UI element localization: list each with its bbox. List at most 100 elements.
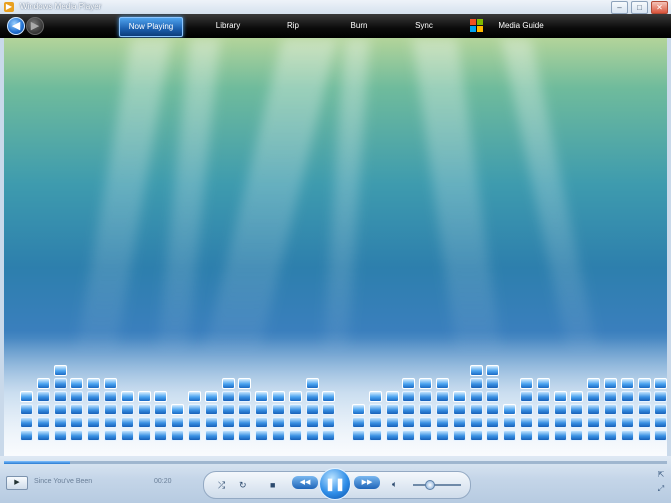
spectrum-block — [305, 391, 319, 402]
spectrum-block — [137, 404, 151, 415]
spectrum-block — [637, 417, 651, 428]
spectrum-block — [368, 404, 382, 415]
spectrum-block — [536, 417, 550, 428]
spectrum-block — [419, 404, 433, 415]
mute-button[interactable]: 🔈︎ — [392, 479, 397, 490]
spectrum-block — [436, 430, 449, 441]
spectrum-block — [255, 391, 269, 402]
switch-to-skin-button[interactable]: ▶ — [6, 476, 28, 490]
spectrum-block — [104, 404, 117, 415]
spectrum-block — [620, 404, 634, 415]
tab-media-guide[interactable]: Media Guide — [490, 17, 552, 35]
spectrum-block — [255, 417, 269, 428]
spectrum-block — [419, 378, 433, 389]
spectrum-block — [469, 378, 483, 389]
spectrum-block — [654, 391, 667, 402]
spectrum-block — [305, 378, 319, 389]
pause-button[interactable]: ❚❚ — [319, 468, 351, 500]
spectrum-block — [137, 391, 151, 402]
spectrum-block — [272, 430, 285, 441]
back-button[interactable]: ◀ — [7, 17, 25, 35]
previous-button[interactable]: ◀◀ — [292, 476, 318, 489]
window-title: Windows Media Player — [20, 2, 102, 11]
spectrum-block — [553, 430, 567, 441]
spectrum-block — [570, 417, 584, 428]
spectrum-block — [368, 417, 382, 428]
spectrum-block — [104, 378, 117, 389]
spectrum-block — [36, 391, 50, 402]
spectrum-block — [503, 404, 517, 415]
spectrum-block — [520, 391, 533, 402]
spectrum-block — [70, 430, 84, 441]
spectrum-block — [70, 391, 84, 402]
spectrum-block — [120, 391, 134, 402]
spectrum-block — [469, 404, 483, 415]
spectrum-block — [204, 430, 218, 441]
spectrum-block — [188, 430, 201, 441]
tab-sync[interactable]: Sync — [405, 17, 443, 35]
spectrum-block — [288, 430, 302, 441]
spectrum-block — [520, 378, 533, 389]
spectrum-block — [20, 417, 33, 428]
spectrum-block — [188, 417, 201, 428]
stop-button[interactable]: ■ — [270, 480, 275, 490]
tab-library[interactable]: Library — [204, 17, 252, 35]
spectrum-block — [570, 430, 584, 441]
forward-button[interactable]: ▶ — [26, 17, 44, 35]
next-button[interactable]: ▶▶ — [354, 476, 380, 489]
tab-rip[interactable]: Rip — [276, 17, 310, 35]
spectrum-block — [604, 430, 617, 441]
spectrum-block — [238, 404, 252, 415]
repeat-button[interactable]: ↻ — [239, 480, 247, 491]
spectrum-block — [469, 417, 483, 428]
maximize-button[interactable]: □ — [631, 1, 648, 14]
spectrum-block — [536, 378, 550, 389]
spectrum-block — [120, 404, 134, 415]
spectrum-block — [385, 430, 399, 441]
spectrum-block — [104, 391, 117, 402]
spectrum-block — [452, 417, 466, 428]
spectrum-block — [221, 391, 235, 402]
full-screen-button[interactable]: ⤢ — [656, 484, 666, 493]
switch-to-compact-button[interactable]: ⇱ — [656, 470, 666, 479]
spectrum-block — [87, 430, 101, 441]
title-bar: ▶ Windows Media Player – □ ✕ — [0, 0, 671, 14]
minimize-button[interactable]: – — [611, 1, 628, 14]
spectrum-block — [53, 391, 67, 402]
volume-slider[interactable] — [413, 484, 461, 486]
seek-bar[interactable] — [4, 461, 667, 464]
spectrum-block — [272, 391, 285, 402]
spectrum-block — [486, 378, 500, 389]
spectrum-block — [137, 417, 151, 428]
spectrum-block — [272, 417, 285, 428]
spectrum-block — [452, 430, 466, 441]
light-ray — [76, 38, 172, 348]
spectrum-block — [553, 391, 567, 402]
spectrum-block — [402, 391, 416, 402]
spectrum-block — [154, 404, 168, 415]
tab-burn[interactable]: Burn — [340, 17, 378, 35]
spectrum-block — [305, 430, 319, 441]
spectrum-block — [503, 417, 517, 428]
spectrum-block — [385, 417, 399, 428]
close-button[interactable]: ✕ — [651, 1, 668, 14]
media-player-icon[interactable]: ▶ — [4, 2, 14, 12]
forward-arrow-icon: ▶ — [30, 20, 40, 32]
shuffle-icon: ⤮ — [218, 480, 226, 490]
tab-now-playing[interactable]: Now Playing — [119, 17, 183, 37]
spectrum-block — [436, 391, 449, 402]
spectrum-block — [620, 391, 634, 402]
spectrum-block — [385, 404, 399, 415]
spectrum-block — [520, 430, 533, 441]
spectrum-block — [171, 404, 185, 415]
spectrum-block — [154, 417, 168, 428]
spectrum-block — [637, 391, 651, 402]
spectrum-block — [53, 365, 67, 376]
spectrum-block — [637, 430, 651, 441]
spectrum-block — [402, 430, 416, 441]
spectrum-block — [604, 378, 617, 389]
volume-knob[interactable] — [424, 480, 435, 490]
track-title: Since You've Been — [34, 478, 93, 485]
light-ray — [157, 38, 221, 348]
shuffle-button[interactable]: ⤮ — [218, 480, 225, 491]
